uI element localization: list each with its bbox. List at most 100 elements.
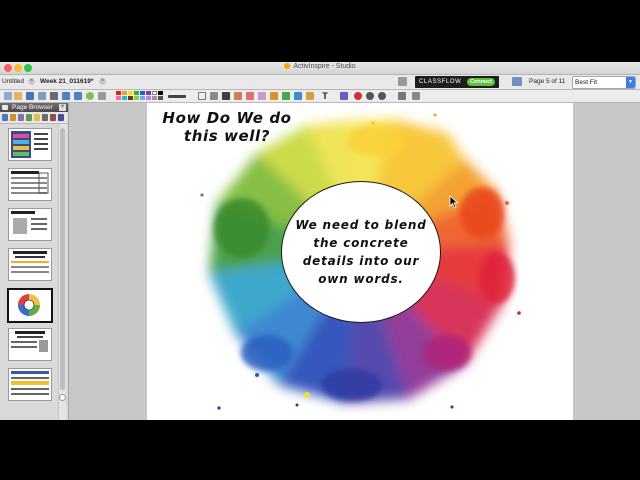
page-browser-header: Page Browser × <box>0 103 68 112</box>
thumbnail-page-3-preview <box>11 211 47 234</box>
tools-icon[interactable] <box>412 92 420 100</box>
page-browser-icon <box>2 105 8 110</box>
image-tool-icon[interactable] <box>306 92 314 100</box>
color-swatch-red[interactable] <box>116 91 121 95</box>
connector-tool-icon[interactable] <box>294 92 302 100</box>
page-settings-icon[interactable] <box>398 92 406 100</box>
thumbnail-page-1[interactable] <box>8 128 52 161</box>
text-tool-icon[interactable]: T <box>320 91 330 101</box>
close-tab-icon[interactable]: × <box>99 78 106 85</box>
thumbnail-page-4-preview <box>11 251 49 273</box>
properties-tab-icon[interactable] <box>34 114 40 121</box>
tab-week-21[interactable]: Week 21_011619* <box>38 76 95 88</box>
color-swatch-black[interactable] <box>158 91 163 95</box>
forward-page-icon[interactable] <box>74 92 82 100</box>
pen-tool-icon[interactable] <box>222 92 230 100</box>
dual-screen-icon[interactable] <box>512 77 522 86</box>
magic-ink-icon[interactable] <box>258 92 266 100</box>
color-swatch-orange[interactable] <box>122 91 127 95</box>
magnify-icon[interactable] <box>98 92 106 100</box>
thumbnail-page-5[interactable] <box>7 288 53 323</box>
color-swatch-lavender[interactable] <box>146 96 151 100</box>
eraser-icon[interactable] <box>246 92 254 100</box>
notes-tab-icon[interactable] <box>26 114 32 121</box>
print-icon[interactable] <box>38 92 46 100</box>
scroll-knob[interactable] <box>59 394 66 401</box>
highlighter-icon[interactable] <box>234 92 242 100</box>
color-swatch-darkgrey[interactable] <box>158 96 163 100</box>
page-browser-title: Page Browser <box>12 104 53 111</box>
library-tab-icon[interactable] <box>58 114 64 121</box>
color-swatch-lightblue[interactable] <box>140 96 145 100</box>
thumbnail-page-4[interactable] <box>8 248 52 281</box>
thumbnail-page-7-preview <box>11 371 49 395</box>
app-title-text: ActivInspire - Studio <box>293 63 356 70</box>
center-text-line-3: details into our <box>302 254 420 268</box>
video-letterbox-bottom <box>0 420 640 480</box>
thumbnail-page-7[interactable] <box>8 368 52 401</box>
heading-line-2: this well? <box>183 127 271 145</box>
redo-icon[interactable] <box>378 92 386 100</box>
move-tool-icon[interactable] <box>210 92 218 100</box>
pen-width-slider[interactable] <box>168 95 186 98</box>
tab-untitled[interactable]: Untitled <box>0 76 26 88</box>
page-browser: Page Browser × <box>0 103 69 420</box>
shape-tool-icon[interactable] <box>282 92 290 100</box>
page-indicator: Page 5 of 11 <box>529 78 566 85</box>
close-tab-icon[interactable]: × <box>28 78 35 85</box>
reset-page-icon[interactable] <box>354 92 362 100</box>
color-swatch-lime[interactable] <box>134 96 139 100</box>
color-swatch-green[interactable] <box>134 91 139 95</box>
scrollbar-thumb[interactable] <box>60 128 65 390</box>
flipchart-page[interactable]: How Do We do this well? We need to blend… <box>147 103 573 420</box>
center-text: We need to blend the concrete details in… <box>282 216 440 288</box>
objects-tab-icon[interactable] <box>18 114 24 121</box>
color-swatch-yellow[interactable] <box>128 91 133 95</box>
thumbnail-page-2[interactable] <box>8 168 52 201</box>
color-swatch-brown[interactable] <box>128 96 133 100</box>
center-text-line-2: the concrete <box>313 236 409 250</box>
undo-icon[interactable] <box>366 92 374 100</box>
main-toolbar: T <box>0 90 640 103</box>
add-page-icon[interactable] <box>86 92 94 100</box>
pages-tab-icon[interactable] <box>2 114 8 121</box>
flipchart-canvas-area: How Do We do this well? We need to blend… <box>69 103 640 420</box>
back-page-icon[interactable] <box>62 92 70 100</box>
save-icon[interactable] <box>26 92 34 100</box>
title-bar: ActivInspire - Studio <box>0 62 640 75</box>
app-window: ActivInspire - Studio Untitled × Week 21… <box>0 62 640 420</box>
color-swatch-white[interactable] <box>152 91 157 95</box>
video-letterbox-top <box>0 0 640 62</box>
resources-tab-icon[interactable] <box>10 114 16 121</box>
browser-tool-row <box>0 112 68 124</box>
color-swatch-purple[interactable] <box>146 91 151 95</box>
document-tab-row: Untitled × Week 21_011619* × CLASSFLOW C… <box>0 75 640 90</box>
zoom-select[interactable]: Best Fit ▼ <box>572 76 636 89</box>
close-browser-icon[interactable]: × <box>59 104 66 111</box>
color-swatch-grey[interactable] <box>152 96 157 100</box>
folder-icon[interactable] <box>14 92 22 100</box>
center-text-line-1: We need to blend <box>295 218 427 232</box>
thumbnail-page-2-preview <box>11 171 49 194</box>
color-swatch-pink[interactable] <box>116 96 121 100</box>
app-title: ActivInspire - Studio <box>0 63 640 70</box>
clipboard-icon[interactable] <box>50 92 58 100</box>
select-tool-icon[interactable] <box>198 92 206 100</box>
connect-button[interactable]: Connect <box>467 78 495 86</box>
chevron-down-icon[interactable]: ▼ <box>626 77 635 88</box>
fill-tool-icon[interactable] <box>270 92 278 100</box>
actions-tab-icon[interactable] <box>42 114 48 121</box>
color-swatch-teal[interactable] <box>122 96 127 100</box>
thumbnail-page-6-preview <box>11 331 48 352</box>
voting-tab-icon[interactable] <box>50 114 56 121</box>
center-text-line-4: own words. <box>318 272 404 286</box>
resources-icon[interactable] <box>340 92 348 100</box>
thumbnail-page-6[interactable] <box>8 328 52 361</box>
heading-line-1: How Do We do <box>162 109 292 127</box>
page-browser-scrollbar[interactable] <box>58 124 66 420</box>
thumbnail-page-3[interactable] <box>8 208 52 241</box>
thumbnail-page-1-preview <box>11 131 48 158</box>
page-icon[interactable] <box>398 77 407 86</box>
color-swatch-blue[interactable] <box>140 91 145 95</box>
main-menu-icon[interactable] <box>4 92 12 100</box>
